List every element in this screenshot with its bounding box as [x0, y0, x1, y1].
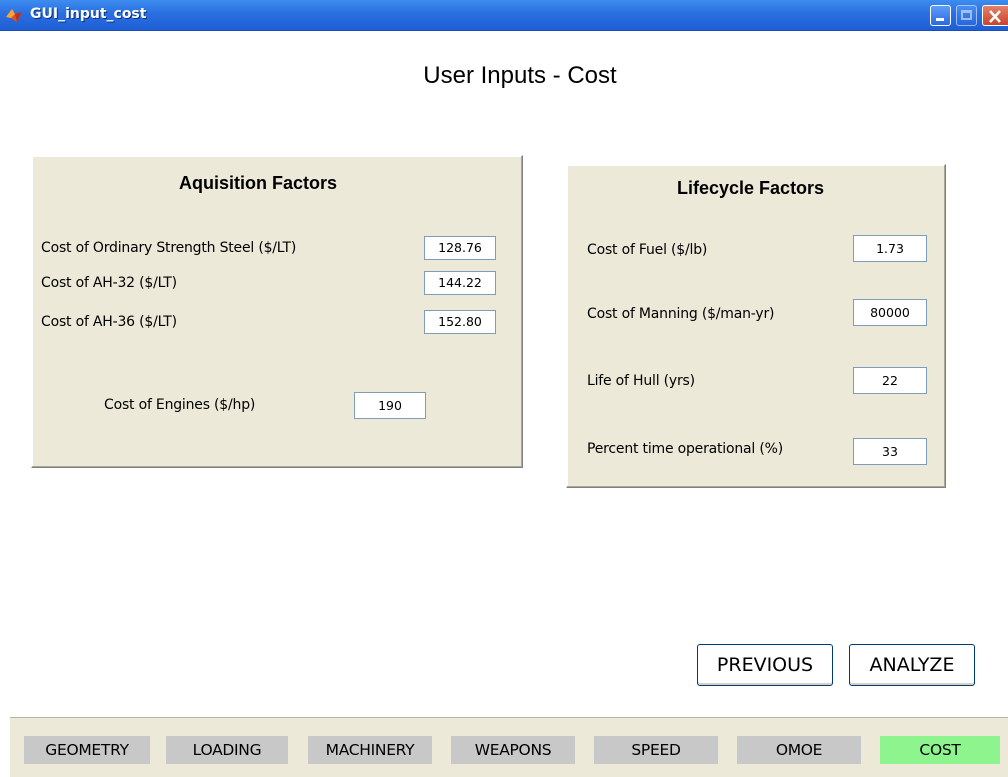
maximize-icon — [961, 10, 972, 20]
ah32-input[interactable]: 144.22 — [424, 271, 496, 295]
tab-geometry[interactable]: GEOMETRY — [24, 736, 150, 764]
hull-life-input[interactable]: 22 — [853, 367, 927, 394]
tab-loading[interactable]: LOADING — [166, 736, 288, 764]
operational-label: Percent time operational (%) — [587, 441, 783, 457]
close-icon — [989, 10, 1001, 23]
tab-machinery[interactable]: MACHINERY — [308, 736, 432, 764]
tab-weapons[interactable]: WEAPONS — [451, 736, 575, 764]
ordinary-steel-input[interactable]: 128.76 — [424, 236, 496, 260]
engines-label: Cost of Engines ($/hp) — [104, 397, 256, 413]
fuel-input[interactable]: 1.73 — [853, 235, 927, 262]
window-title: GUI_input_cost — [30, 6, 147, 22]
tab-cost[interactable]: COST — [880, 736, 1000, 764]
manning-label: Cost of Manning ($/man-yr) — [587, 306, 775, 322]
ah32-label: Cost of AH-32 ($/LT) — [41, 275, 177, 291]
ah36-input[interactable]: 152.80 — [424, 310, 496, 334]
tab-omoe[interactable]: OMOE — [737, 736, 861, 764]
previous-button[interactable]: PREVIOUS — [697, 644, 833, 686]
acquisition-panel: Aquisition Factors Cost of Ordinary Stre… — [31, 155, 523, 468]
fuel-label: Cost of Fuel ($/lb) — [587, 242, 708, 258]
lifecycle-panel: Lifecycle Factors Cost of Fuel ($/lb) 1.… — [566, 164, 946, 488]
hull-life-label: Life of Hull (yrs) — [587, 373, 695, 389]
minimize-button[interactable] — [930, 5, 951, 26]
engines-input[interactable]: 190 — [354, 392, 426, 419]
tab-speed[interactable]: SPEED — [594, 736, 718, 764]
lifecycle-panel-title: Lifecycle Factors — [677, 178, 825, 198]
window-titlebar[interactable]: GUI_input_cost — [0, 0, 1008, 31]
maximize-button[interactable] — [956, 5, 977, 26]
matlab-logo-icon — [6, 9, 22, 22]
manning-input[interactable]: 80000 — [853, 299, 927, 326]
ordinary-steel-label: Cost of Ordinary Strength Steel ($/LT) — [41, 240, 297, 256]
operational-input[interactable]: 33 — [853, 438, 927, 465]
acquisition-panel-title: Aquisition Factors — [179, 173, 338, 193]
close-button[interactable] — [982, 5, 1008, 26]
analyze-button[interactable]: ANALYZE — [849, 644, 975, 686]
minimize-icon — [936, 18, 944, 21]
page-title: User Inputs - Cost — [423, 62, 617, 89]
ah36-label: Cost of AH-36 ($/LT) — [41, 314, 177, 330]
